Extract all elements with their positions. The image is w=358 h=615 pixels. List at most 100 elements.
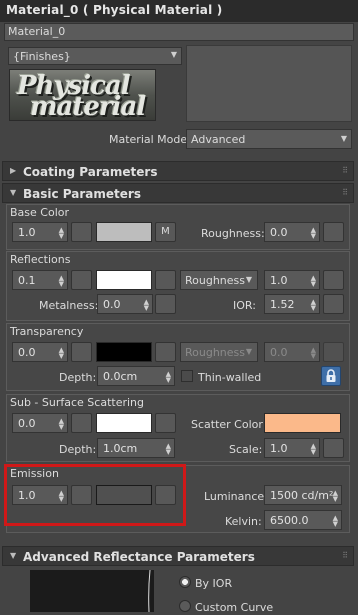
chevron-down-icon: ▼ [245,275,252,284]
grip-icon: ⠿ [342,166,348,175]
finishes-dropdown-value: {Finishes} [13,50,71,63]
rollout-basic-parameters[interactable]: ▼ Basic Parameters ⠿ [2,183,354,203]
material-mode-value: Advanced [191,133,246,146]
sss-depth-label: Depth: [59,443,97,456]
base-color-swatch[interactable] [96,222,152,242]
transparency-depth-label: Depth: [59,371,97,384]
sss-scale-value: 1.0 [270,442,288,455]
sss-color-swatch[interactable] [96,413,152,433]
sss-color-map-button[interactable] [155,413,176,433]
material-mode-label: Material Mode: [109,133,191,146]
sss-title: Sub - Surface Scattering [10,396,144,409]
sss-scale-label: Scale: [229,443,263,456]
transparency-depth-value: 0.0cm [103,370,138,383]
sss-depth-spinner[interactable]: 1.0cm ▲ ▼ [97,438,175,458]
scatter-color-label: Scatter Color: [191,418,267,431]
reflection-roughness-map-button[interactable] [323,270,344,290]
rollout-advanced-reflectance[interactable]: ▼ Advanced Reflectance Parameters ⠿ [2,546,354,566]
rollout-coating-parameters[interactable]: ▶ Coating Parameters ⠿ [2,161,354,181]
transparency-weight-value: 0.0 [18,346,36,359]
spinner-arrows-icon: ▲ ▼ [165,370,171,384]
map-button-label: M [161,226,170,237]
scatter-color-swatch[interactable] [264,413,341,433]
finishes-dropdown[interactable]: {Finishes} ▼ [8,47,182,65]
base-weight-spinner[interactable]: 1.0 ▲ ▼ [12,222,68,242]
reflections-title: Reflections [10,253,71,266]
ior-label: IOR: [233,299,256,312]
reflection-weight-map-button[interactable] [71,270,92,290]
spinner-arrows-icon: ▲ ▼ [58,346,64,360]
collapsed-arrow-icon: ▶ [10,166,17,175]
grip-icon: ⠿ [342,188,348,197]
sss-weight-spinner[interactable]: 0.0 ▲ ▼ [12,413,68,433]
sss-weight-value: 0.0 [18,417,36,430]
luminance-label: Luminance: [204,490,268,503]
grip-icon: ⠿ [342,551,348,560]
metalness-spinner[interactable]: 0.0 ▲ ▼ [97,294,153,314]
base-color-title: Base Color [10,206,70,219]
transparency-color-swatch[interactable] [96,342,152,362]
transparency-title: Transparency [10,325,84,338]
transparency-roughness-mode-dropdown[interactable]: Roughness ▼ [180,342,258,362]
reflectance-curve-icon [148,569,151,613]
spinner-arrows-icon: ▲ ▼ [310,442,316,456]
metalness-value: 0.0 [103,298,121,311]
rollout-basic-title: Basic Parameters [23,187,141,201]
base-roughness-map-button[interactable] [323,222,344,242]
chevron-down-icon: ▼ [245,347,252,356]
base-roughness-spinner[interactable]: 0.0 ▲ ▼ [264,222,320,242]
reflection-roughness-mode-dropdown[interactable]: Roughness ▼ [180,270,258,290]
expanded-arrow-icon: ▼ [10,188,17,197]
by-ior-radio[interactable] [179,576,191,588]
thin-walled-checkbox[interactable] [181,370,193,382]
reflection-weight-value: 0.1 [18,274,36,287]
spinner-arrows-icon: ▲ ▼ [310,274,316,288]
reflection-weight-spinner[interactable]: 0.1 ▲ ▼ [12,270,68,290]
sss-scale-map-button[interactable] [323,438,344,458]
transparency-mode-value: Roughness [185,346,246,359]
lock-icon [326,369,336,382]
window-title: Material_0 ( Physical Material ) [6,3,223,17]
reflection-roughness-value: 1.0 [270,274,288,287]
sss-weight-map-button[interactable] [71,413,92,433]
reflection-roughness-spinner[interactable]: 1.0 ▲ ▼ [264,270,320,290]
reflection-color-swatch[interactable] [96,270,152,290]
base-roughness-value: 0.0 [270,226,288,239]
transparency-depth-spinner[interactable]: 0.0cm ▲ ▼ [97,366,175,386]
rollout-coating-title: Coating Parameters [23,165,158,179]
reflectance-curve-graph [30,569,154,613]
base-weight-value: 1.0 [18,226,36,239]
sss-depth-value: 1.0cm [103,442,138,455]
emission-highlight-box [4,464,186,526]
material-preview-panel [186,45,352,122]
transparency-roughness-map-button[interactable] [323,342,344,362]
thin-walled-label: Thin-walled [198,371,262,384]
luminance-value: 1500 cd/m² [270,489,334,502]
lock-button[interactable] [321,366,341,386]
material-name-field[interactable]: Material_0 [4,23,354,41]
ior-spinner[interactable]: 1.52 ▲ ▼ [264,294,320,314]
transparency-color-map-button[interactable] [155,342,176,362]
spinner-arrows-icon: ▲ ▼ [143,298,149,312]
spinner-arrows-icon: ▲ ▼ [58,417,64,431]
sss-scale-spinner[interactable]: 1.0 ▲ ▼ [264,438,320,458]
reflection-color-map-button[interactable] [155,270,176,290]
logo-word-material: material [30,92,146,121]
ior-map-button[interactable] [323,294,344,314]
reflection-mode-value: Roughness [185,274,246,287]
custom-curve-radio[interactable] [179,600,191,612]
material-name-value: Material_0 [8,25,66,38]
spinner-arrows-icon: ▲ ▼ [165,442,171,456]
base-color-map-button[interactable]: M [155,222,176,242]
title-bar: Material_0 ( Physical Material ) [0,0,358,22]
luminance-spinner[interactable]: 1500 cd/m² ▲ ▼ [264,485,342,505]
transparency-roughness-spinner[interactable]: 0.0 ▲ ▼ [264,342,320,362]
metalness-map-button[interactable] [155,294,176,314]
material-mode-dropdown[interactable]: Advanced ▼ [186,129,352,149]
transparency-weight-map-button[interactable] [71,342,92,362]
base-weight-map-button[interactable] [71,222,92,242]
ior-value: 1.52 [270,298,295,311]
kelvin-spinner[interactable]: 6500.0 ▲ ▼ [264,510,342,530]
transparency-roughness-value: 0.0 [270,346,288,359]
transparency-weight-spinner[interactable]: 0.0 ▲ ▼ [12,342,68,362]
